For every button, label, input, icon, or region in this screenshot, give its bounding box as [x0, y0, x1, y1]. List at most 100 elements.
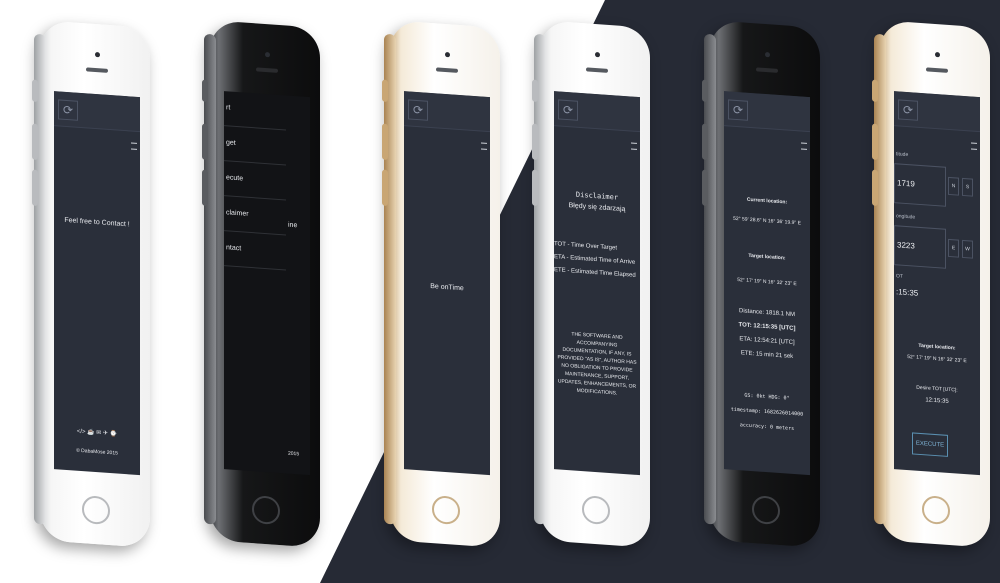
- volume-up: [202, 123, 208, 161]
- mute-switch: [702, 79, 708, 103]
- tot-label: OT: [896, 273, 903, 280]
- screen-online: ⟳ Be onTime: [404, 91, 490, 476]
- topbar: ⟳: [554, 91, 640, 133]
- disclaimer-title: Disclaimer: [575, 190, 619, 202]
- phone-contact: ⟳ Feel free to Contact ! </> ☕ ✉ ✈ ⌚ © D…: [32, 20, 150, 548]
- volume-up: [382, 123, 388, 161]
- menu-icon[interactable]: [131, 142, 137, 150]
- legal-text: THE SOFTWARE AND ACCOMPANYING DOCUMENTAT…: [557, 331, 637, 397]
- menu-item-start[interactable]: rt: [224, 91, 286, 131]
- earpiece: [86, 67, 108, 73]
- volume-up: [702, 123, 708, 161]
- latitude-input[interactable]: 1719: [894, 163, 946, 207]
- refresh-icon[interactable]: ⟳: [728, 99, 748, 121]
- phone-execute: ⟳ titude 1719 N S ongitude 3223 E W OT :…: [872, 20, 990, 548]
- lat-n-button[interactable]: N: [948, 176, 959, 196]
- longitude-label: ongitude: [896, 213, 916, 221]
- tot-definition: TOT - Time Over Target: [554, 241, 618, 252]
- refresh-icon[interactable]: ⟳: [58, 99, 78, 121]
- screen-disclaimer: ⟳ Disclaimer Błędy się zdarzają TOT - Ti…: [554, 91, 640, 476]
- topbar: ⟳: [54, 91, 140, 133]
- phone-edge: [204, 33, 216, 525]
- accuracy: accuracy: 0 meters: [739, 422, 795, 433]
- menu-item-disclaimer[interactable]: claimer: [224, 196, 286, 236]
- phone-status: ⟳ Current location: 52° 59' 28.6" N 16° …: [702, 20, 820, 548]
- earpiece: [926, 67, 948, 73]
- execute-button[interactable]: EXECUTE: [912, 432, 948, 457]
- phone-edge: [384, 33, 396, 525]
- earpiece: [586, 67, 608, 73]
- copyright: © DabaMose 2015: [76, 447, 118, 457]
- volume-up: [32, 123, 38, 161]
- dark-background: [320, 0, 1000, 583]
- disclaimer-subtitle: Błędy się zdarzają: [568, 202, 626, 214]
- menu-icon[interactable]: [631, 142, 637, 150]
- volume-down: [532, 169, 538, 207]
- earpiece: [436, 67, 458, 73]
- volume-down: [202, 169, 208, 207]
- phone-disclaimer: ⟳ Disclaimer Błędy się zdarzają TOT - Ti…: [532, 20, 650, 548]
- phone-menu: rt get ecute claimer ntact ine 2015: [202, 20, 320, 548]
- front-camera: [95, 52, 100, 58]
- front-camera: [265, 52, 270, 58]
- mute-switch: [202, 79, 208, 103]
- menu-icon[interactable]: [481, 142, 487, 150]
- front-camera: [595, 52, 600, 58]
- lon-w-button[interactable]: W: [962, 239, 973, 259]
- refresh-icon[interactable]: ⟳: [558, 99, 578, 121]
- menu-item-execute[interactable]: ecute: [224, 161, 286, 201]
- refresh-icon[interactable]: ⟳: [898, 99, 918, 121]
- earpiece: [756, 67, 778, 73]
- online-message: Be onTime: [430, 282, 464, 293]
- phone-edge: [534, 33, 546, 525]
- home-button[interactable]: [922, 495, 950, 526]
- phone-edge: [34, 33, 46, 525]
- mute-switch: [32, 79, 38, 103]
- target-location-label: Target location:: [918, 342, 956, 352]
- lat-s-button[interactable]: S: [962, 177, 973, 197]
- earpiece: [256, 67, 278, 73]
- ete-definition: ETE - Estimated Time Elapsed: [554, 267, 636, 279]
- screen-execute: ⟳ titude 1719 N S ongitude 3223 E W OT :…: [894, 91, 980, 476]
- lon-e-button[interactable]: E: [948, 238, 959, 258]
- menu-item-target[interactable]: get: [224, 126, 286, 166]
- desire-tot-value: 12:15:35: [925, 397, 949, 405]
- volume-down: [872, 169, 878, 207]
- home-button[interactable]: [752, 495, 780, 526]
- ete-value: ETE: 15 min 21 sek: [740, 350, 794, 360]
- footer-icons[interactable]: </> ☕ ✉ ✈ ⌚: [54, 426, 140, 439]
- home-button[interactable]: [82, 495, 110, 526]
- menu-icon[interactable]: [801, 142, 807, 150]
- distance: Distance: 1818.1 NM: [738, 308, 796, 319]
- home-button[interactable]: [252, 495, 280, 526]
- topbar: ⟳: [404, 91, 490, 133]
- home-button[interactable]: [582, 495, 610, 526]
- mute-switch: [382, 79, 388, 103]
- screen-menu: rt get ecute claimer ntact ine 2015: [224, 91, 310, 476]
- volume-up: [532, 123, 538, 161]
- refresh-icon[interactable]: ⟳: [408, 99, 428, 121]
- peek-text: ine: [288, 221, 298, 230]
- front-camera: [445, 52, 450, 58]
- latitude-label: titude: [896, 151, 909, 159]
- tot-input[interactable]: :15:35: [896, 287, 918, 298]
- target-location-label: Target location:: [748, 252, 786, 262]
- volume-up: [872, 123, 878, 161]
- front-camera: [765, 52, 770, 58]
- desire-tot-label: Desire TOT [UTC]:: [916, 384, 958, 394]
- topbar: ⟳: [724, 91, 810, 133]
- current-location-value: 52° 59' 28.6" N 16° 36' 19.9" E: [733, 215, 801, 227]
- phone-online: ⟳ Be onTime: [382, 20, 500, 548]
- contact-message: Feel free to Contact !: [64, 216, 130, 229]
- phone-edge: [874, 33, 886, 525]
- current-location-label: Current location:: [746, 196, 788, 206]
- phone-edge: [704, 33, 716, 525]
- eta-definition: ETA - Estimated Time of Arrive: [554, 254, 636, 266]
- menu-item-contact[interactable]: ntact: [224, 231, 286, 271]
- gs-hdg: GS: 0kt HDG: 0°: [744, 392, 790, 402]
- menu-icon[interactable]: [971, 142, 977, 150]
- longitude-input[interactable]: 3223: [894, 225, 946, 269]
- home-button[interactable]: [432, 495, 460, 526]
- eta-value: ETA: 12:54:21 [UTC]: [739, 336, 795, 347]
- copyright: 2015: [288, 450, 300, 458]
